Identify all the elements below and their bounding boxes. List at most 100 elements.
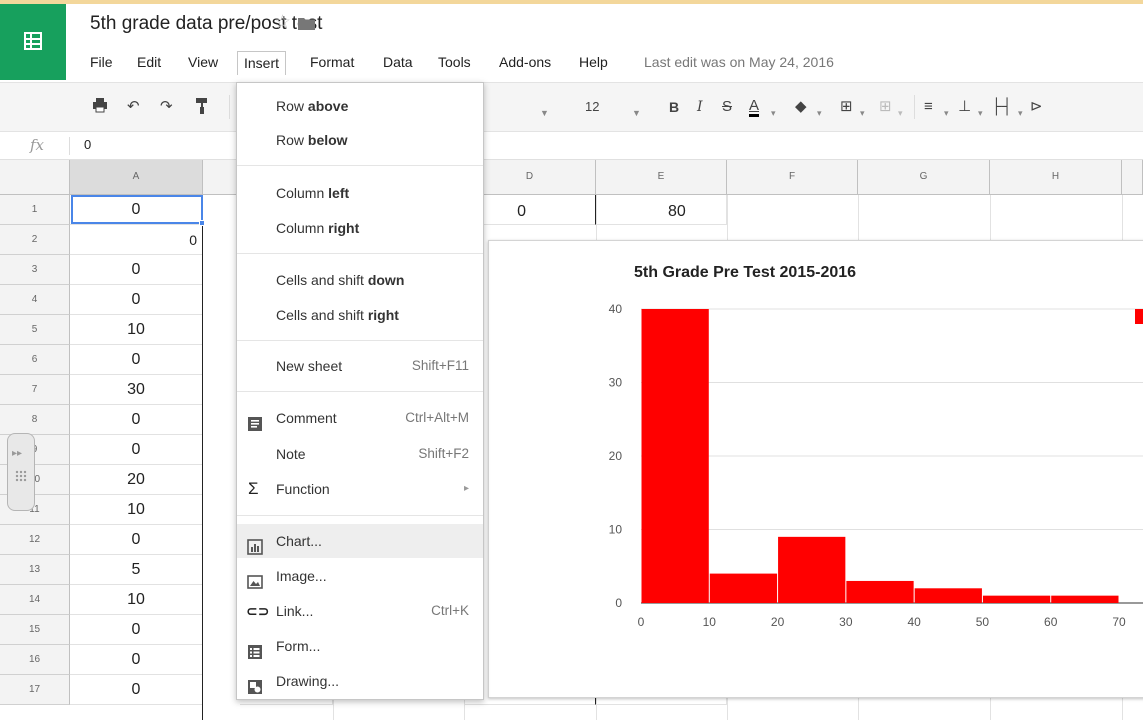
cell-a8[interactable]: 0 — [70, 405, 203, 435]
column-header-f[interactable]: F — [727, 160, 858, 195]
text-color-dropdown-icon[interactable]: ▾ — [771, 103, 776, 123]
cell-a3[interactable]: 0 — [70, 255, 203, 285]
last-edit-status[interactable]: Last edit was on May 24, 2016 — [644, 51, 834, 73]
vertical-align-dropdown-icon[interactable]: ▾ — [978, 103, 983, 123]
histogram-bar — [709, 573, 778, 603]
cell-a17[interactable]: 0 — [70, 675, 203, 705]
cell-a6[interactable]: 0 — [70, 345, 203, 375]
menu-item-chart[interactable]: Chart... — [237, 524, 483, 558]
menu-file[interactable]: File — [84, 51, 119, 75]
histogram-chart[interactable]: 5th Grade Pre Test 2015-2016 0 10 20 30 40 0 10… — [488, 240, 1143, 698]
row-header[interactable]: 4 — [0, 285, 70, 315]
text-wrap-icon[interactable]: ├┤ — [991, 97, 1012, 117]
menu-edit[interactable]: Edit — [131, 51, 167, 75]
menu-insert[interactable]: Insert — [237, 51, 287, 75]
row-header[interactable]: 6 — [0, 345, 70, 375]
cell-a15[interactable]: 0 — [70, 615, 203, 645]
row-header[interactable]: 7 — [0, 375, 70, 405]
menu-item-column-left[interactable]: Column left — [237, 176, 483, 210]
star-icon[interactable]: ☆ — [274, 11, 291, 34]
font-dropdown-icon[interactable]: ▼ — [540, 103, 549, 123]
image-icon — [247, 568, 263, 589]
text-color-icon[interactable]: A — [749, 97, 760, 117]
merge-cells-icon[interactable]: ⊞ — [879, 97, 892, 117]
cell-a5[interactable]: 10 — [70, 315, 203, 345]
sheets-logo-icon[interactable] — [0, 4, 66, 80]
cell-a9[interactable]: 0 — [70, 435, 203, 465]
menu-tools[interactable]: Tools — [432, 51, 477, 75]
cell-a12[interactable]: 0 — [70, 525, 203, 555]
font-size-dropdown-icon[interactable]: ▼ — [632, 103, 641, 123]
fill-handle[interactable] — [199, 220, 205, 226]
row-header[interactable]: 14 — [0, 585, 70, 615]
text-rotate-icon[interactable]: ⊳ — [1030, 97, 1043, 117]
column-header-i[interactable] — [1122, 160, 1143, 195]
borders-dropdown-icon[interactable]: ▾ — [860, 103, 865, 123]
menu-item-form[interactable]: Form... — [237, 629, 483, 663]
row-header[interactable]: 1 — [0, 195, 70, 225]
menu-item-column-right[interactable]: Column right — [237, 211, 483, 245]
menu-item-row-above[interactable]: Row above — [237, 89, 483, 123]
cell-a16[interactable]: 0 — [70, 645, 203, 675]
menu-item-link[interactable]: ⊂⊃ Link... Ctrl+K — [237, 594, 483, 628]
horizontal-align-dropdown-icon[interactable]: ▾ — [944, 103, 949, 123]
menu-item-comment[interactable]: Comment Ctrl+Alt+M — [237, 401, 483, 435]
undo-icon[interactable]: ↶ — [127, 97, 140, 117]
menu-item-note[interactable]: Note Shift+F2 — [237, 437, 483, 471]
row-header[interactable]: 8 — [0, 405, 70, 435]
menu-help[interactable]: Help — [573, 51, 614, 75]
menu-item-cells-shift-down[interactable]: Cells and shift down — [237, 263, 483, 297]
font-size-field[interactable]: 12 — [585, 97, 599, 117]
paint-format-icon[interactable] — [196, 97, 208, 120]
fill-color-dropdown-icon[interactable]: ▾ — [817, 103, 822, 123]
menu-view[interactable]: View — [182, 51, 224, 75]
merge-dropdown-icon[interactable]: ▾ — [898, 103, 903, 123]
menu-item-function[interactable]: Σ Function ▸ — [237, 472, 483, 506]
column-header-g[interactable]: G — [858, 160, 990, 195]
cell-e1[interactable]: 80 — [596, 195, 727, 225]
toolbar-separator — [229, 95, 230, 119]
column-header-a[interactable]: A — [70, 160, 203, 195]
menu-item-drawing[interactable]: Drawing... — [237, 664, 483, 698]
text-wrap-dropdown-icon[interactable]: ▾ — [1018, 103, 1023, 123]
menu-item-cells-shift-right[interactable]: Cells and shift right — [237, 298, 483, 332]
folder-icon[interactable] — [298, 17, 315, 30]
row-header[interactable]: 3 — [0, 255, 70, 285]
menu-item-row-below[interactable]: Row below — [237, 123, 483, 157]
cell-a14[interactable]: 10 — [70, 585, 203, 615]
menu-add-ons[interactable]: Add-ons — [493, 51, 557, 75]
borders-icon[interactable]: ⊞ — [840, 97, 853, 117]
menu-format[interactable]: Format — [304, 51, 360, 75]
menu-divider — [237, 165, 483, 166]
redo-icon[interactable]: ↷ — [160, 97, 173, 117]
side-panel-handle[interactable]: ▸▸ — [7, 433, 35, 511]
row-header[interactable]: 15 — [0, 615, 70, 645]
menu-item-image[interactable]: Image... — [237, 559, 483, 593]
row-header[interactable]: 12 — [0, 525, 70, 555]
formula-input[interactable]: 0 — [84, 137, 91, 152]
column-header-e[interactable]: E — [596, 160, 727, 195]
cell-a4[interactable]: 0 — [70, 285, 203, 315]
cell-a2[interactable]: 0 — [70, 225, 203, 255]
bold-icon[interactable]: B — [669, 97, 679, 117]
cell-a10[interactable]: 20 — [70, 465, 203, 495]
cell-a7[interactable]: 30 — [70, 375, 203, 405]
menu-item-new-sheet[interactable]: New sheet Shift+F11 — [237, 349, 483, 383]
strikethrough-icon[interactable]: S — [722, 97, 732, 117]
cell-a13[interactable]: 5 — [70, 555, 203, 585]
vertical-align-icon[interactable]: ⊥ — [958, 97, 971, 117]
select-all-corner[interactable] — [0, 160, 70, 195]
fill-color-icon[interactable]: ◆ — [795, 97, 807, 117]
menu-data[interactable]: Data — [377, 51, 419, 75]
cell-a11[interactable]: 10 — [70, 495, 203, 525]
italic-icon[interactable]: I — [697, 97, 703, 117]
row-header[interactable]: 13 — [0, 555, 70, 585]
row-header[interactable]: 2 — [0, 225, 70, 255]
print-icon[interactable] — [92, 97, 108, 119]
column-header-h[interactable]: H — [990, 160, 1122, 195]
x-tick-label: 40 — [907, 615, 921, 629]
row-header[interactable]: 5 — [0, 315, 70, 345]
row-header[interactable]: 16 — [0, 645, 70, 675]
horizontal-align-icon[interactable]: ≡ — [924, 97, 933, 117]
row-header[interactable]: 17 — [0, 675, 70, 705]
